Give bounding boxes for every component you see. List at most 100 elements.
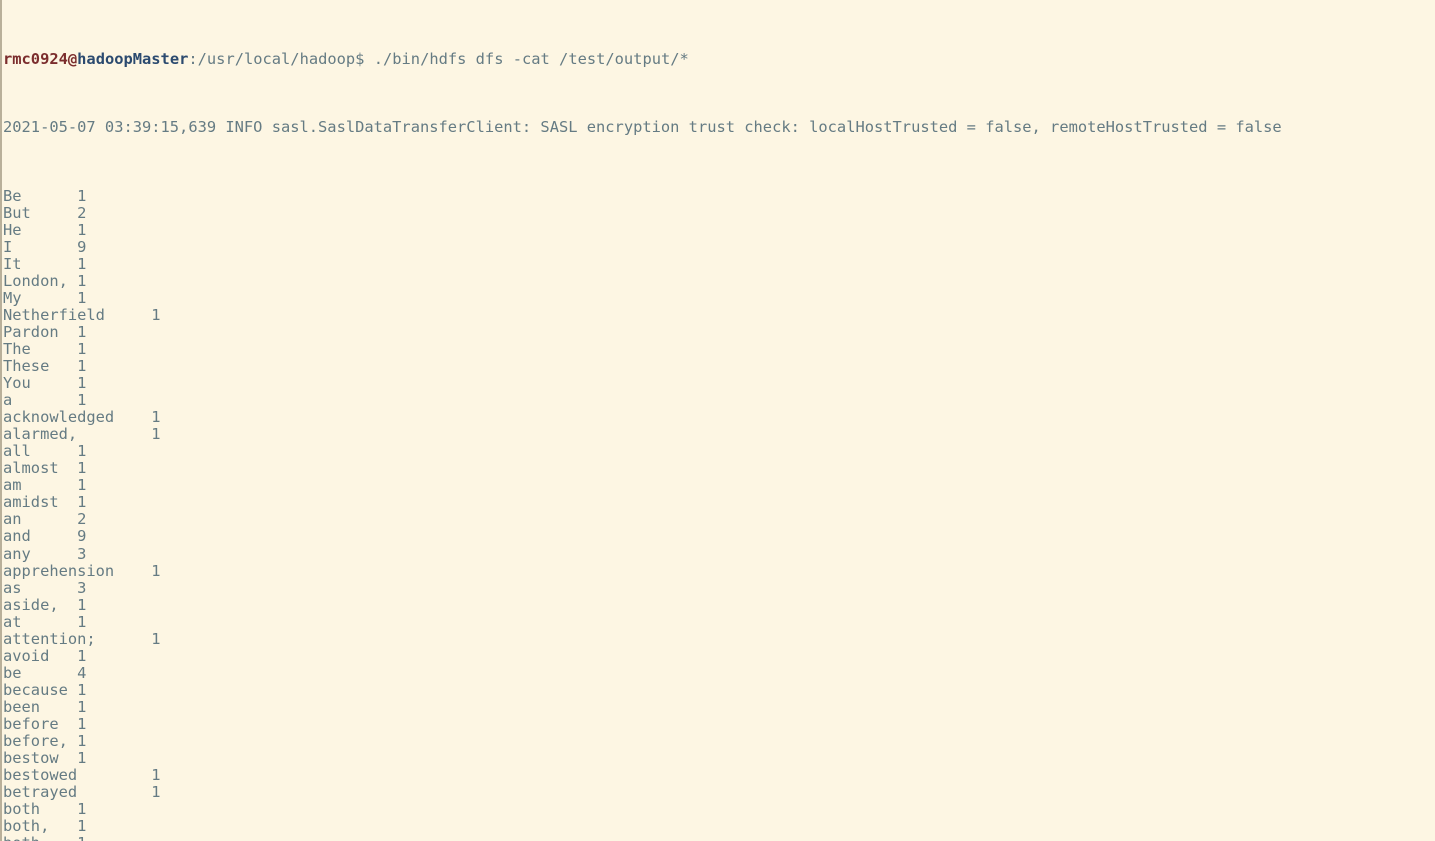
wordcount-tab — [59, 596, 78, 614]
wordcount-word: These — [3, 356, 50, 375]
wordcount-tab — [77, 425, 151, 443]
terminal-window[interactable]: rmc0924@hadoopMaster:/usr/local/hadoop$ … — [0, 0, 1435, 841]
wordcount-word: Netherfield — [3, 305, 105, 324]
prompt-separator: : — [188, 50, 198, 69]
wordcount-tab — [22, 476, 78, 494]
prompt-host: hadoopMaster — [77, 50, 189, 69]
wordcount-row: But 2 — [3, 203, 1435, 222]
wordcount-count: 1 — [77, 339, 87, 358]
wordcount-word: as — [3, 578, 22, 597]
wordcount-tab — [59, 323, 78, 341]
wordcount-tab — [68, 681, 77, 699]
wordcount-tab — [96, 630, 152, 648]
wordcount-row: alarmed, 1 — [3, 426, 1435, 443]
wordcount-tab — [22, 664, 78, 682]
wordcount-row: any 3 — [3, 545, 1435, 563]
wordcount-row: almost 1 — [3, 460, 1435, 477]
wordcount-row: betrayed 1 — [3, 784, 1435, 801]
wordcount-word: He — [3, 220, 22, 239]
wordcount-count: 1 — [151, 629, 161, 648]
wordcount-row: be 4 — [3, 664, 1435, 682]
wordcount-row: all 1 — [3, 443, 1435, 460]
wordcount-count: 1 — [77, 800, 87, 819]
wordcount-word: avoid — [3, 646, 50, 665]
wordcount-row: Netherfield 1 — [3, 305, 1435, 324]
wordcount-count: 1 — [77, 714, 87, 733]
wordcount-count: 9 — [77, 527, 87, 546]
wordcount-count: 1 — [77, 732, 87, 751]
wordcount-count: 1 — [77, 749, 87, 768]
wordcount-tab — [59, 493, 78, 511]
wordcount-word: Be — [3, 186, 22, 205]
wordcount-word: been — [3, 697, 41, 716]
wordcount-row: bestow 1 — [3, 750, 1435, 767]
wordcount-word: apprehension — [3, 561, 115, 580]
wordcount-tab — [114, 408, 151, 426]
wordcount-word: But — [3, 203, 31, 222]
wordcount-word: London, — [3, 271, 68, 290]
wordcount-word: aside, — [3, 595, 59, 614]
wordcount-tab — [49, 647, 77, 665]
wordcount-word: bestowed — [3, 766, 78, 785]
wordcount-row: London, 1 — [3, 271, 1435, 290]
wordcount-row: both. 1 — [3, 835, 1435, 841]
wordcount-word: at — [3, 612, 22, 631]
wordcount-word: It — [3, 254, 22, 273]
wordcount-row: The 1 — [3, 339, 1435, 358]
wordcount-tab — [77, 783, 151, 801]
wordcount-word: and — [3, 527, 31, 546]
wordcount-row: been 1 — [3, 697, 1435, 716]
prompt-command: ./bin/hdfs dfs -cat /test/output/* — [373, 50, 689, 69]
wordcount-row: avoid 1 — [3, 646, 1435, 665]
wordcount-word: The — [3, 339, 31, 358]
wordcount-row: attention; 1 — [3, 629, 1435, 648]
wordcount-tab — [22, 255, 78, 273]
wordcount-count: 1 — [77, 254, 87, 273]
wordcount-count: 1 — [77, 288, 87, 307]
wordcount-tab — [22, 579, 78, 597]
wordcount-word: an — [3, 510, 22, 529]
wordcount-word: almost — [3, 459, 59, 478]
wordcount-count: 2 — [77, 203, 87, 222]
wordcount-tab — [22, 187, 78, 205]
wordcount-count: 1 — [77, 374, 87, 393]
wordcount-word: because — [3, 680, 68, 699]
wordcount-count: 9 — [77, 237, 87, 256]
wordcount-count: 1 — [151, 425, 161, 444]
wordcount-tab — [68, 732, 77, 750]
wordcount-word: Pardon — [3, 322, 59, 341]
wordcount-word: amidst — [3, 493, 59, 512]
wordcount-count: 1 — [151, 561, 161, 580]
wordcount-row: My 1 — [3, 288, 1435, 307]
wordcount-word: a — [3, 391, 13, 410]
wordcount-tab — [77, 766, 151, 784]
wordcount-tab — [12, 238, 77, 256]
wordcount-word: both, — [3, 817, 50, 836]
wordcount-count: 1 — [77, 697, 87, 716]
prompt-at: @ — [67, 50, 78, 69]
wordcount-count: 1 — [77, 612, 87, 631]
wordcount-tab — [49, 834, 77, 841]
wordcount-tab — [40, 698, 77, 716]
wordcount-row: a 1 — [3, 392, 1435, 409]
wordcount-tab — [49, 357, 77, 375]
wordcount-word: I — [3, 237, 13, 256]
wordcount-row: I 9 — [3, 237, 1435, 256]
wordcount-row: an 2 — [3, 511, 1435, 528]
terminal-screen[interactable]: rmc0924@hadoopMaster:/usr/local/hadoop$ … — [3, 0, 1435, 841]
wordcount-word: betrayed — [3, 783, 78, 802]
wordcount-count: 1 — [77, 271, 87, 290]
wordcount-tab — [105, 306, 151, 324]
wordcount-count: 3 — [77, 578, 87, 597]
wordcount-tab — [31, 374, 77, 392]
prompt-line: rmc0924@hadoopMaster:/usr/local/hadoop$ … — [3, 51, 1435, 68]
wordcount-row: acknowledged 1 — [3, 409, 1435, 426]
wordcount-tab — [31, 545, 77, 563]
wordcount-count: 1 — [77, 493, 87, 512]
wordcount-row: as 3 — [3, 578, 1435, 597]
wordcount-row: apprehension 1 — [3, 561, 1435, 580]
prompt-user: rmc0924 — [3, 50, 68, 69]
wordcount-word: all — [3, 442, 31, 461]
wordcount-tab — [59, 715, 78, 733]
wordcount-count: 1 — [151, 305, 161, 324]
